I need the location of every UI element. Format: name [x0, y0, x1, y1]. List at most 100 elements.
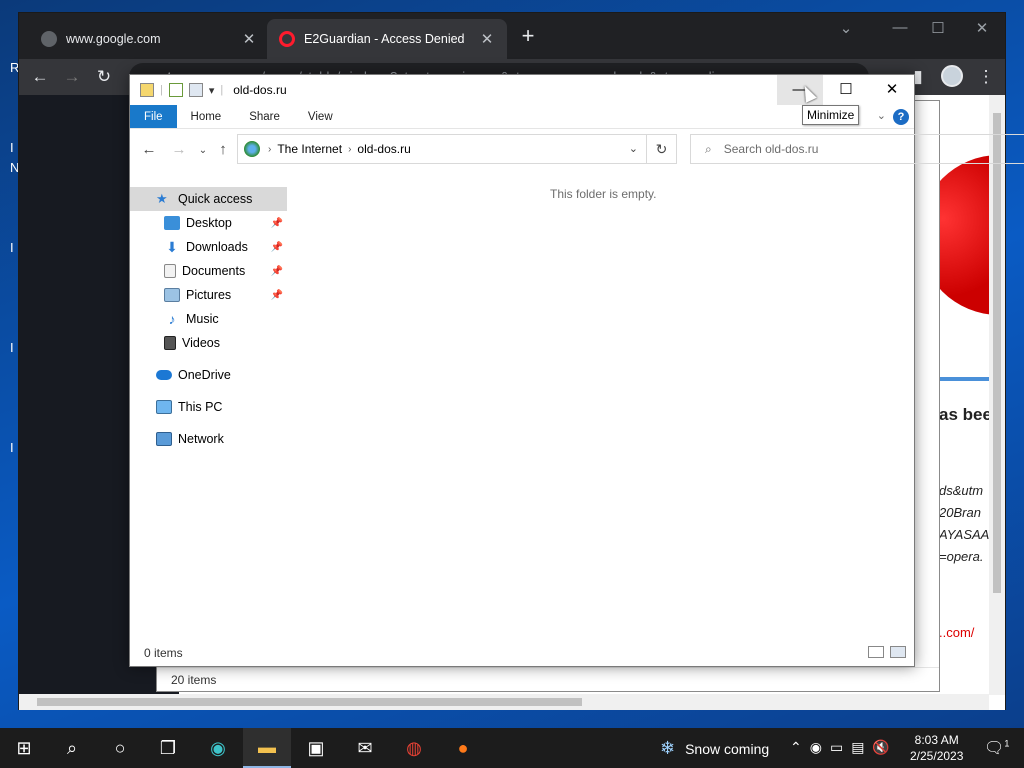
- mail-icon[interactable]: ✉: [341, 728, 389, 768]
- desktop-icon-fragment[interactable]: I: [10, 140, 14, 155]
- address-bar[interactable]: › The Internet › old-dos.ru ⌄: [237, 134, 647, 164]
- breadcrumb-the-internet[interactable]: The Internet: [277, 142, 342, 156]
- tab-search-chevron-icon[interactable]: ⌄: [831, 19, 861, 37]
- task-view-icon[interactable]: ❐: [144, 728, 192, 768]
- up-arrow-icon[interactable]: ↑: [214, 141, 232, 158]
- clock-date: 2/25/2023: [910, 749, 964, 763]
- tab-e2guardian[interactable]: E2Guardian - Access Denied ✕: [267, 19, 507, 59]
- sidebar-item-music[interactable]: ♪ Music: [130, 307, 287, 331]
- new-tab-button[interactable]: +: [517, 25, 539, 47]
- customize-toolbar-chevron-icon[interactable]: ▾: [209, 84, 215, 97]
- sidebar-item-videos[interactable]: Videos: [130, 331, 287, 355]
- close-button[interactable]: ✕: [869, 75, 915, 105]
- new-folder-icon[interactable]: [188, 83, 203, 97]
- recent-locations-chevron-icon[interactable]: ⌄: [194, 145, 212, 156]
- back-arrow-icon[interactable]: ←: [140, 141, 158, 158]
- volume-muted-icon[interactable]: 🔇: [872, 739, 889, 756]
- desktop-icon-fragment[interactable]: I: [10, 340, 14, 355]
- clock[interactable]: 8:03 AM 2/25/2023: [910, 732, 963, 764]
- desktop-icon-fragment[interactable]: I: [10, 440, 14, 455]
- tab-file[interactable]: File: [130, 105, 177, 128]
- sidebar-item-onedrive[interactable]: OneDrive: [130, 363, 287, 387]
- cloud-icon: [156, 370, 172, 380]
- title-bar: | ▾ | old-dos.ru — ☐ ✕: [130, 75, 914, 105]
- network-icon: [156, 432, 172, 446]
- page-link-fragment[interactable]: ..com/: [939, 625, 974, 640]
- pin-icon[interactable]: 📌: [271, 266, 283, 277]
- chrome-icon[interactable]: ◍: [390, 728, 438, 768]
- sidebar-item-quick-access[interactable]: ★ Quick access: [130, 187, 287, 211]
- close-window-icon[interactable]: ✕: [967, 19, 997, 37]
- minimize-icon[interactable]: —: [885, 19, 915, 36]
- record-icon[interactable]: ◉: [810, 739, 822, 756]
- music-icon: ♪: [168, 311, 176, 327]
- close-tab-icon[interactable]: ✕: [241, 30, 257, 48]
- horizontal-scrollbar[interactable]: [19, 694, 989, 710]
- forward-arrow-icon[interactable]: →: [61, 67, 83, 87]
- scroll-thumb[interactable]: [37, 698, 582, 706]
- vertical-scrollbar[interactable]: [989, 95, 1005, 695]
- reload-icon[interactable]: ↻: [93, 67, 115, 87]
- sidebar-item-label: Videos: [182, 336, 220, 350]
- properties-icon[interactable]: [168, 83, 183, 97]
- navigation-pane: ★ Quick access Desktop 📌 ⬇ Downloads 📌 D…: [130, 187, 290, 642]
- sidebar-item-label: OneDrive: [178, 368, 231, 382]
- tab-view[interactable]: View: [294, 105, 347, 128]
- sidebar-item-pictures[interactable]: Pictures 📌: [130, 283, 287, 307]
- windows-start-icon[interactable]: ⊞: [0, 728, 48, 768]
- window-title: old-dos.ru: [233, 83, 287, 97]
- show-hidden-icons-chevron-icon[interactable]: ⌃: [790, 739, 802, 756]
- sidebar-item-network[interactable]: Network: [130, 427, 287, 451]
- cortana-icon[interactable]: ○: [96, 728, 144, 768]
- tab-home[interactable]: Home: [177, 105, 236, 128]
- sidebar-item-this-pc[interactable]: This PC: [130, 395, 287, 419]
- tab-share[interactable]: Share: [235, 105, 294, 128]
- details-view-icon[interactable]: [868, 646, 884, 658]
- opera-icon: [279, 31, 295, 47]
- edge-icon[interactable]: ◉: [194, 728, 242, 768]
- close-tab-icon[interactable]: ✕: [479, 30, 495, 48]
- breadcrumb-old-dos[interactable]: old-dos.ru: [357, 142, 410, 156]
- sidebar-item-downloads[interactable]: ⬇ Downloads 📌: [130, 235, 287, 259]
- search-icon[interactable]: ⌕: [48, 728, 96, 768]
- address-dropdown-chevron-icon[interactable]: ⌄: [629, 142, 638, 155]
- large-icons-view-icon[interactable]: [890, 646, 906, 658]
- sidebar-item-label: Pictures: [186, 288, 232, 302]
- weather-widget[interactable]: ❄ Snow coming: [660, 738, 769, 759]
- sidebar-item-documents[interactable]: Documents 📌: [130, 259, 287, 283]
- menu-dots-icon[interactable]: ⋮: [975, 67, 997, 87]
- scroll-thumb[interactable]: [993, 113, 1001, 593]
- display-icon[interactable]: ▭: [830, 739, 843, 756]
- file-explorer-icon[interactable]: ▬: [243, 728, 291, 768]
- tab-google[interactable]: www.google.com ✕: [29, 19, 269, 59]
- forward-arrow-icon[interactable]: →: [170, 141, 188, 158]
- maximize-icon[interactable]: ☐: [923, 19, 953, 37]
- breadcrumb-separator-icon[interactable]: ›: [348, 144, 351, 155]
- network-tray-icon[interactable]: ▤: [851, 739, 864, 756]
- divider: [939, 377, 989, 381]
- desktop-icon-fragment[interactable]: I: [10, 240, 14, 255]
- status-bar: 0 items: [130, 640, 914, 666]
- view-switcher: [868, 646, 906, 658]
- star-icon: ★: [156, 191, 168, 206]
- back-arrow-icon[interactable]: ←: [29, 67, 51, 87]
- videos-icon: [164, 336, 176, 350]
- pin-icon[interactable]: 📌: [271, 242, 283, 253]
- folder-globe-icon[interactable]: [140, 83, 154, 97]
- profile-avatar[interactable]: [941, 65, 963, 87]
- search-placeholder: Search old-dos.ru: [723, 142, 819, 156]
- sidebar-item-desktop[interactable]: Desktop 📌: [130, 211, 287, 235]
- refresh-button[interactable]: ↻: [647, 134, 677, 164]
- help-icon[interactable]: ?: [893, 109, 909, 125]
- breadcrumb-separator-icon[interactable]: ›: [268, 144, 271, 155]
- search-input[interactable]: ⌕ Search old-dos.ru: [690, 134, 1024, 164]
- store-icon[interactable]: ▣: [292, 728, 340, 768]
- download-icon: ⬇: [166, 239, 178, 255]
- pin-icon[interactable]: 📌: [271, 290, 283, 301]
- expand-ribbon-chevron-icon[interactable]: ⌄: [877, 109, 886, 122]
- maximize-button[interactable]: ☐: [823, 75, 869, 105]
- pin-icon[interactable]: 📌: [271, 218, 283, 229]
- firefox-icon[interactable]: ●: [439, 728, 487, 768]
- pictures-icon: [164, 288, 180, 302]
- notification-center-icon[interactable]: 🗨1: [984, 738, 1009, 758]
